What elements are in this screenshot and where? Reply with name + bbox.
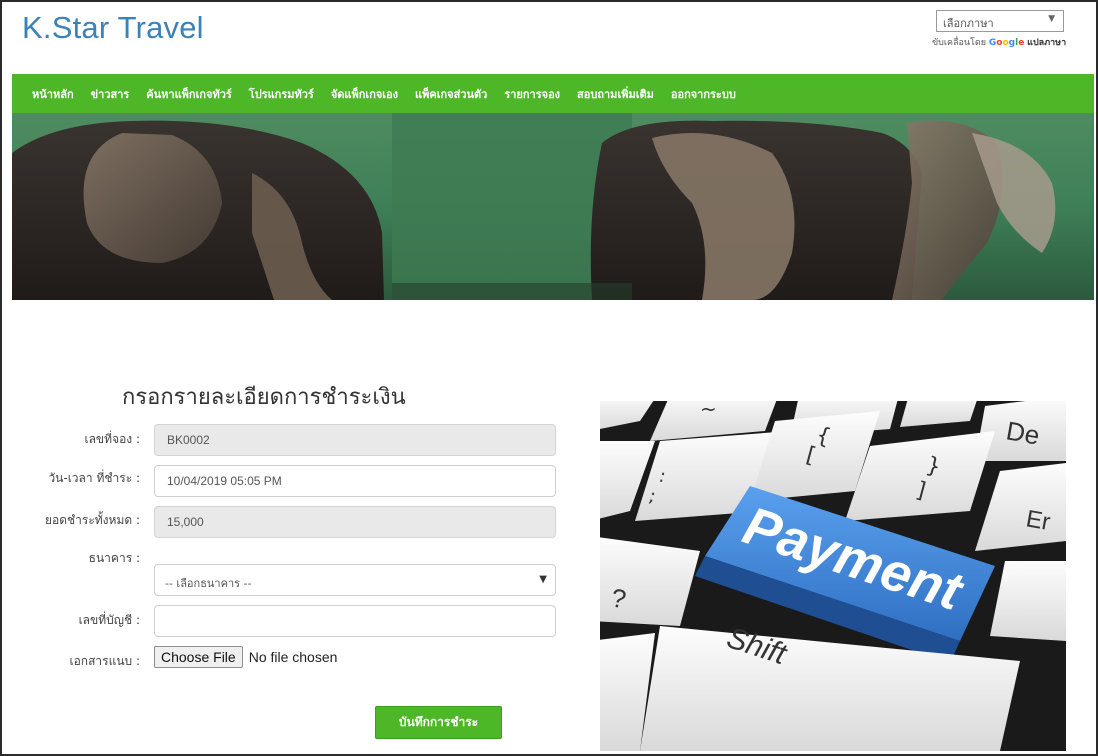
site-logo-text[interactable]: K.Star Travel xyxy=(22,10,204,46)
key-enter: Er xyxy=(1024,505,1052,536)
language-select-value: เลือกภาษา xyxy=(943,17,994,30)
nav-item-logout[interactable]: ออกจากระบบ xyxy=(671,85,736,103)
main-nav: หน้าหลัก ข่าวสาร ค้นหาแพ็กเกจทัวร์ โปรแก… xyxy=(12,74,1094,113)
file-status-text: No file chosen xyxy=(248,649,338,665)
nav-item-search-packages[interactable]: ค้นหาแพ็กเกจทัวร์ xyxy=(146,85,232,103)
google-translate-credit: ขับเคลื่อนโดย Google แปลภาษา xyxy=(932,35,1066,49)
nav-item-contact[interactable]: สอบถามเพิ่มเติม xyxy=(577,85,654,103)
bank-select[interactable]: -- เลือกธนาคาร -- ▼ xyxy=(154,564,556,596)
chevron-down-icon: ▼ xyxy=(539,574,547,585)
keyboard-illustration: ~ { [ } ] : ; De Er ? Payment Shift xyxy=(600,401,1066,751)
bank-select-value: -- เลือกธนาคาร -- xyxy=(165,577,252,590)
total-amount-label: ยอดชำระทั้งหมด : xyxy=(44,513,140,527)
page-frame: K.Star Travel เลือกภาษา ▼ ขับเคลื่อนโดย … xyxy=(0,0,1098,756)
key-tilde: ~ xyxy=(700,401,717,421)
page-title: กรอกรายละเอียดการชำระเงิน xyxy=(122,385,406,410)
booking-no-field[interactable]: BK0002 xyxy=(154,424,556,456)
language-select[interactable]: เลือกภาษา ▼ xyxy=(936,10,1064,32)
translate-link[interactable]: แปลภาษา xyxy=(1027,38,1066,48)
key-del: De xyxy=(1004,415,1042,450)
nav-item-private-package[interactable]: แพ็คเกจส่วนตัว xyxy=(415,85,487,103)
save-payment-button[interactable]: บันทึกการชำระ xyxy=(375,706,502,739)
nav-item-news[interactable]: ข่าวสาร xyxy=(91,85,130,103)
chevron-down-icon: ▼ xyxy=(1048,14,1055,24)
nav-item-bookings[interactable]: รายการจอง xyxy=(504,85,560,103)
nav-item-custom-package[interactable]: จัดแพ็กเกจเอง xyxy=(331,85,398,103)
payment-keyboard-image: ~ { [ } ] : ; De Er ? Payment Shift xyxy=(600,401,1066,751)
choose-file-button[interactable]: Choose File xyxy=(154,646,243,668)
paid-datetime-label: วัน-เวลา ที่ชำระ : xyxy=(48,471,140,485)
account-no-field[interactable] xyxy=(154,605,556,637)
nav-item-home[interactable]: หน้าหลัก xyxy=(32,85,74,103)
attachment-label: เอกสารแนบ : xyxy=(69,654,141,668)
google-logo[interactable]: Google xyxy=(989,38,1024,48)
total-amount-field[interactable]: 15,000 xyxy=(154,506,556,538)
banner-image xyxy=(12,113,1094,300)
powered-by-text: ขับเคลื่อนโดย xyxy=(932,38,986,48)
paid-datetime-field[interactable]: 10/04/2019 05:05 PM xyxy=(154,465,556,497)
nav-item-tour-programs[interactable]: โปรแกรมทัวร์ xyxy=(249,85,314,103)
bank-label: ธนาคาร : xyxy=(88,551,140,565)
account-no-label: เลขที่บัญชี : xyxy=(78,613,140,627)
elephants-illustration xyxy=(12,113,1094,300)
booking-no-label: เลขที่จอง : xyxy=(84,432,140,446)
attachment-file-input: Choose File No file chosen xyxy=(154,646,337,668)
